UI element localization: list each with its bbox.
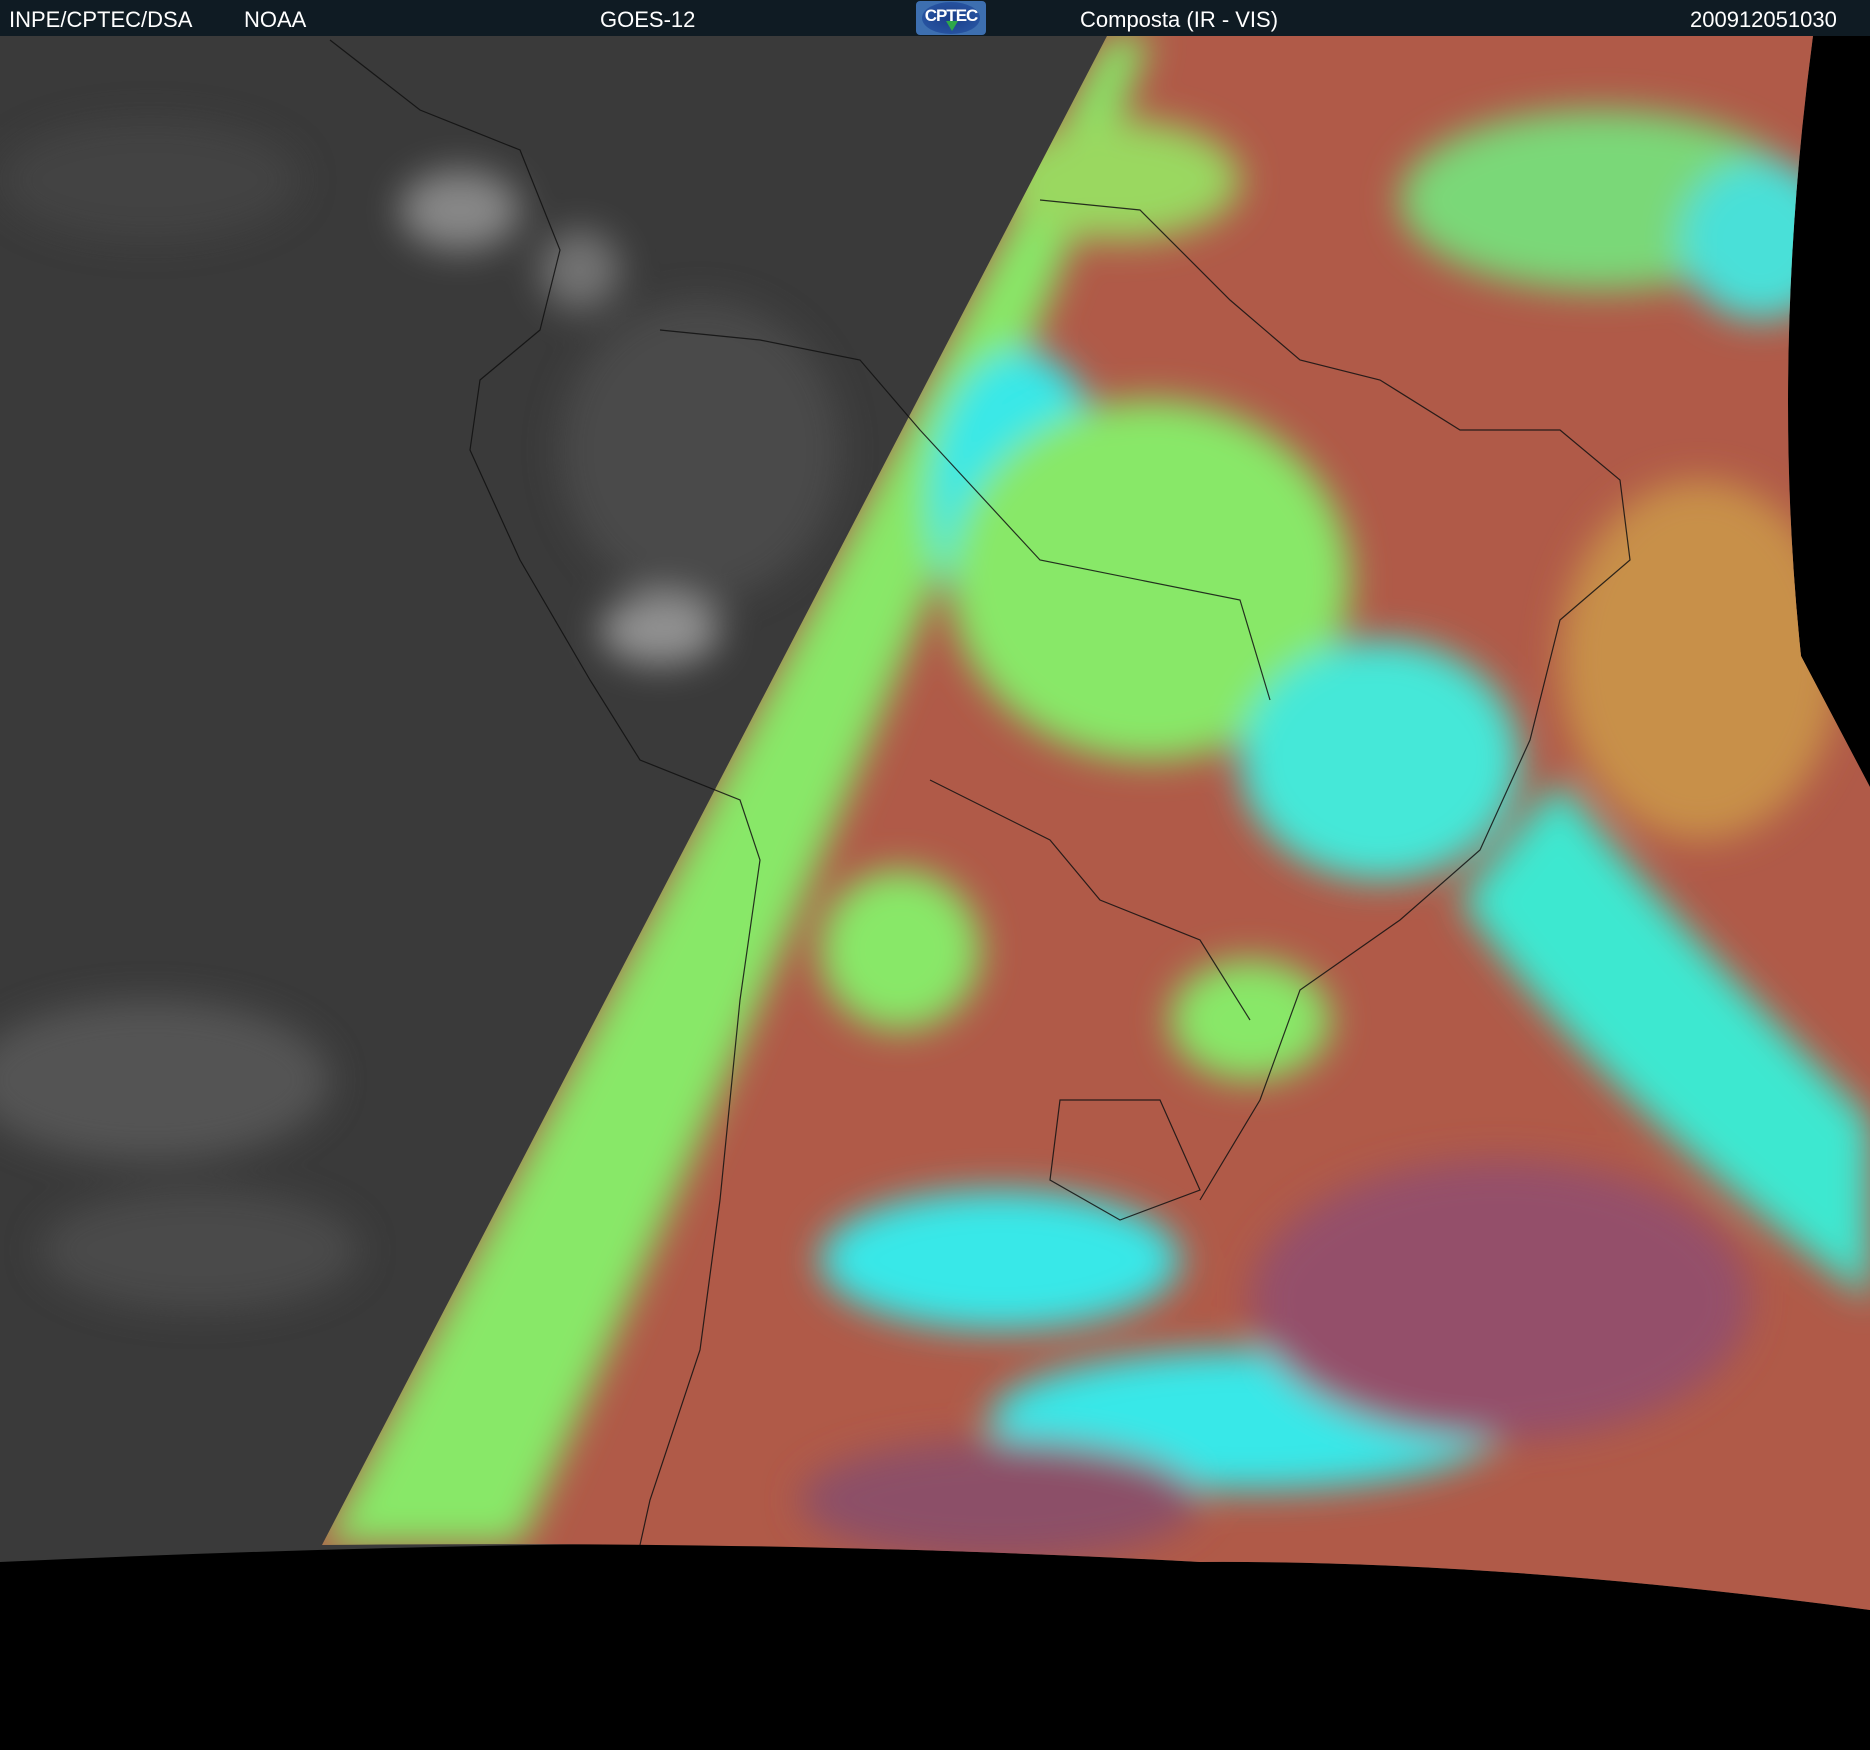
timestamp-label: 200912051030 — [1690, 7, 1837, 32]
cptec-logo: CPTEC — [916, 1, 986, 35]
header-bar: INPE/CPTEC/DSA NOAA GOES-12 CPTEC Compos… — [0, 0, 1870, 36]
institution-label: INPE/CPTEC/DSA — [9, 7, 193, 32]
agency-label: NOAA — [244, 7, 307, 32]
satellite-label: GOES-12 — [600, 7, 696, 32]
product-label: Composta (IR - VIS) — [1080, 7, 1279, 32]
satellite-image — [0, 36, 1870, 1750]
logo-text: CPTEC — [924, 6, 979, 25]
